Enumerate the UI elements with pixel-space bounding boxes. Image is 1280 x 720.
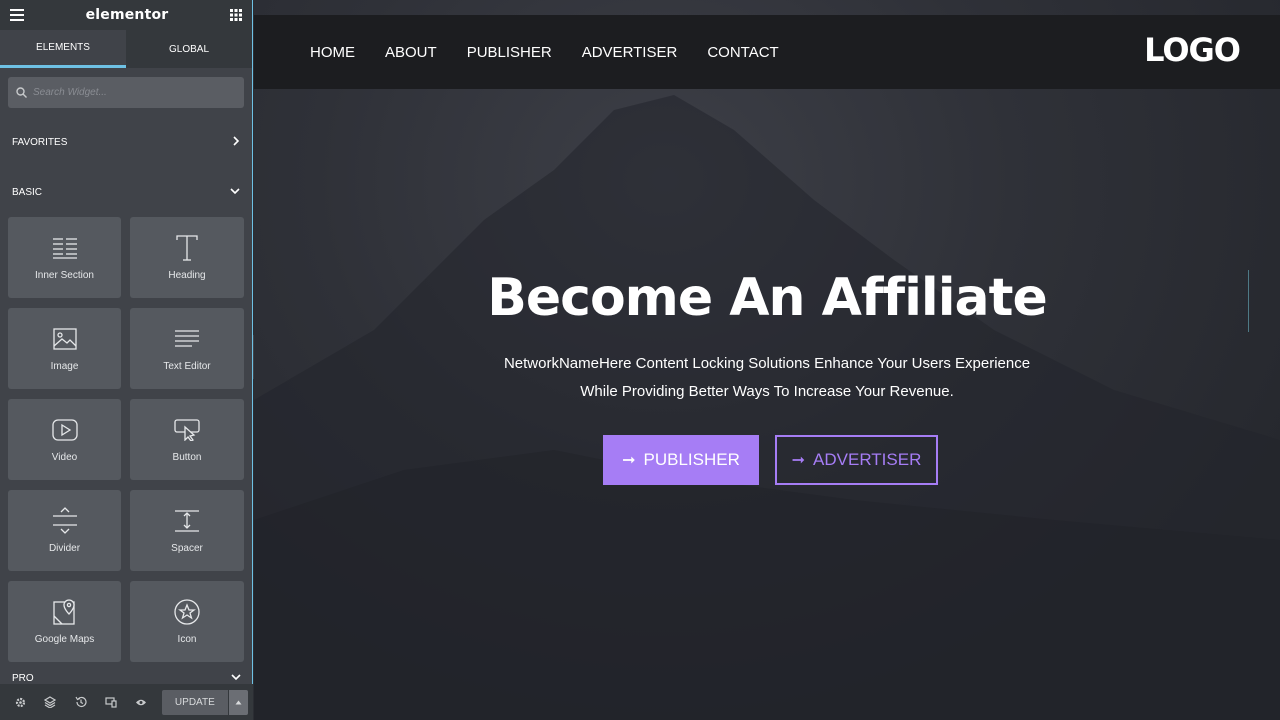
publisher-button[interactable]: ➞ PUBLISHER — [603, 435, 759, 485]
widget-button[interactable]: Button — [130, 399, 244, 480]
widget-label: Heading — [168, 270, 206, 281]
divider-icon — [51, 507, 79, 535]
search-input[interactable] — [33, 87, 223, 98]
settings-gear-icon[interactable] — [5, 697, 35, 708]
nav-link-advertiser[interactable]: ADVERTISER — [582, 44, 678, 61]
video-icon — [51, 416, 79, 444]
arrow-right-icon: ➞ — [622, 452, 636, 469]
preview-eye-icon[interactable] — [126, 698, 156, 707]
widget-icon[interactable]: Icon — [130, 581, 244, 662]
section-label: BASIC — [12, 186, 43, 198]
tab-elements[interactable]: ELEMENTS — [0, 30, 126, 68]
button-icon — [173, 416, 201, 444]
site-logo[interactable]: LOGO — [1144, 31, 1241, 69]
widget-heading[interactable]: Heading — [130, 217, 244, 298]
widget-inner-section[interactable]: Inner Section — [8, 217, 121, 298]
section-edge-indicator — [1248, 270, 1249, 332]
history-icon[interactable] — [65, 696, 95, 708]
hero-subtitle: NetworkNameHere Content Locking Solution… — [254, 350, 1280, 406]
widget-label: Divider — [48, 543, 81, 554]
widget-divider[interactable]: Divider — [8, 490, 121, 571]
panel-footer: UPDATE — [0, 684, 253, 720]
widget-label: Image — [50, 361, 79, 372]
google-maps-icon — [51, 598, 79, 626]
heading-icon — [173, 234, 201, 262]
widget-text-editor[interactable]: Text Editor — [130, 308, 244, 389]
nav-link-home[interactable]: HOME — [310, 44, 355, 61]
editor-panel: elementor ELEMENTS GLOBAL FAVORITES — [0, 0, 253, 720]
search-box — [8, 77, 244, 108]
tab-global[interactable]: GLOBAL — [126, 30, 252, 68]
star-icon — [173, 598, 201, 626]
advertiser-button[interactable]: ➞ ADVERTISER — [775, 435, 938, 485]
widget-spacer[interactable]: Spacer — [130, 490, 244, 571]
layers-navigator-icon[interactable] — [35, 696, 65, 708]
site-navbar: HOME ABOUT PUBLISHER ADVERTISER CONTACT … — [254, 15, 1280, 89]
button-label: ADVERTISER — [813, 450, 922, 469]
hamburger-menu-icon[interactable] — [10, 6, 24, 25]
update-options-button[interactable] — [228, 689, 249, 715]
nav-link-publisher[interactable]: PUBLISHER — [467, 44, 552, 61]
widget-label: Button — [172, 452, 202, 463]
chevron-right-icon — [232, 135, 240, 149]
widget-grid: Inner Section Heading Image Text Editor … — [0, 217, 252, 662]
widget-video[interactable]: Video — [8, 399, 121, 480]
caret-up-icon — [235, 700, 242, 704]
widget-label: Text Editor — [163, 361, 211, 372]
responsive-mode-icon[interactable] — [96, 696, 126, 708]
panel-tabs: ELEMENTS GLOBAL — [0, 30, 252, 68]
widget-label: Spacer — [171, 543, 203, 554]
spacer-icon — [173, 507, 201, 535]
search-icon — [16, 83, 27, 102]
button-label: PUBLISHER — [643, 450, 740, 469]
update-button[interactable]: UPDATE — [162, 689, 228, 715]
section-label: FAVORITES — [12, 136, 68, 148]
widget-label: Google Maps — [34, 634, 95, 645]
widget-label: Video — [51, 452, 78, 463]
widget-google-maps[interactable]: Google Maps — [8, 581, 121, 662]
hero-heading: Become An Affiliate — [487, 268, 1048, 328]
text-editor-icon — [173, 325, 201, 353]
section-favorites[interactable]: FAVORITES — [0, 117, 252, 167]
image-icon — [51, 325, 79, 353]
inner-section-icon — [51, 234, 79, 262]
arrow-right-icon: ➞ — [791, 452, 806, 469]
nav-link-contact[interactable]: CONTACT — [707, 44, 778, 61]
nav-link-about[interactable]: ABOUT — [385, 44, 437, 61]
widget-image[interactable]: Image — [8, 308, 121, 389]
widget-label: Icon — [177, 634, 197, 645]
panel-header: elementor — [0, 0, 252, 30]
widget-label: Inner Section — [35, 270, 94, 281]
page-canvas: HOME ABOUT PUBLISHER ADVERTISER CONTACT … — [254, 0, 1280, 720]
grid-apps-icon[interactable] — [229, 6, 242, 25]
section-basic[interactable]: BASIC — [0, 167, 252, 217]
hero-subtitle-line: While Providing Better Ways To Increase … — [580, 383, 954, 400]
hero-subtitle-line: NetworkNameHere Content Locking Solution… — [503, 355, 1031, 372]
chevron-down-icon — [230, 187, 240, 198]
brand-logo: elementor — [85, 7, 169, 23]
